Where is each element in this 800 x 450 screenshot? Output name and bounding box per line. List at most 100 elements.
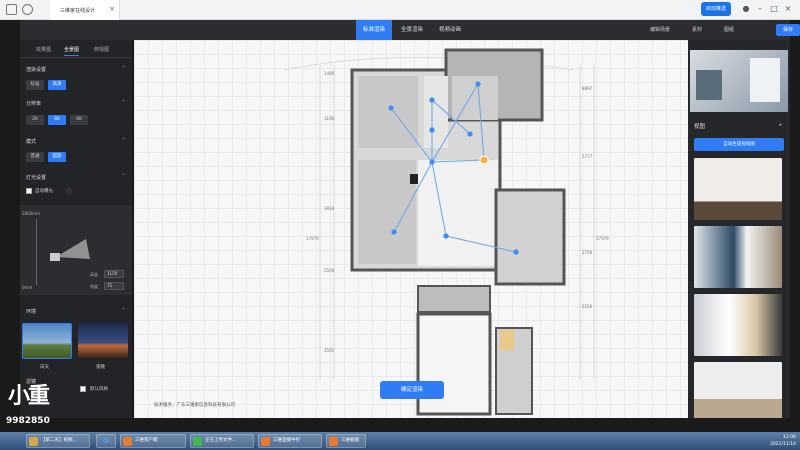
tab-panorama[interactable]: 全景图 bbox=[64, 46, 80, 56]
camera-point[interactable] bbox=[388, 105, 394, 111]
confirm-render-button[interactable]: 确定渲染 bbox=[380, 381, 444, 399]
option-6k[interactable]: 6K bbox=[70, 115, 88, 125]
active-camera-point[interactable] bbox=[479, 155, 489, 165]
tab-close-icon[interactable]: × bbox=[109, 5, 115, 13]
scene-thumbnail[interactable] bbox=[694, 226, 782, 288]
taskbar-item-app[interactable]: ⊗ bbox=[96, 434, 116, 448]
os-taskbar: 【第二天】视频... ⊗ 三维客户端 正在上传文件... 三维直播中控 三维截图… bbox=[0, 432, 800, 450]
tab-video-animation[interactable]: 视频动画 bbox=[432, 20, 468, 40]
column-marker bbox=[410, 174, 418, 184]
save-button[interactable]: 保存 bbox=[776, 24, 800, 36]
option-standard[interactable]: 标准 bbox=[26, 80, 44, 90]
env-night-thumb[interactable] bbox=[78, 323, 128, 359]
app-icon bbox=[261, 437, 270, 446]
minimize-icon[interactable]: – bbox=[754, 3, 766, 15]
streamer-watermark: 小重 9982850 bbox=[4, 378, 74, 434]
env-day-label: 白天 bbox=[40, 365, 49, 370]
chevron-right-icon[interactable]: ▸ bbox=[779, 122, 782, 128]
maximize-icon[interactable]: □ bbox=[768, 3, 780, 15]
camera-height-label: 高度 bbox=[90, 272, 98, 277]
env-day-thumb[interactable] bbox=[22, 323, 72, 359]
option-hd[interactable]: 高清 bbox=[48, 80, 66, 90]
chevron-up-icon[interactable]: ⌃ bbox=[121, 99, 126, 106]
auto-exposure-label: 自动曝光 bbox=[35, 189, 53, 194]
dim-label: 2156 bbox=[582, 304, 593, 309]
app-icon bbox=[193, 437, 202, 446]
floor-plan-canvas[interactable]: 1490 3190 3934 5504 17979 17979 8897 577… bbox=[134, 40, 688, 418]
camera-point[interactable] bbox=[429, 97, 435, 103]
room-living bbox=[418, 160, 498, 266]
floor-plan: 1490 3190 3934 5504 17979 17979 8897 577… bbox=[283, 48, 609, 416]
dim-label: 17979 bbox=[596, 236, 609, 241]
drawing-button[interactable]: 图纸 bbox=[724, 20, 734, 40]
scene-thumbnail[interactable] bbox=[694, 294, 782, 356]
dim-label: 2759 bbox=[582, 250, 593, 255]
dim-label: 17979 bbox=[306, 236, 319, 241]
camera-height-input[interactable]: 1150 bbox=[104, 270, 124, 278]
option-normal[interactable]: 普通 bbox=[26, 152, 44, 162]
camera-point[interactable] bbox=[513, 249, 519, 255]
camera-point[interactable] bbox=[467, 131, 473, 137]
camera-point[interactable] bbox=[429, 159, 435, 165]
camera-point[interactable] bbox=[443, 233, 449, 239]
tab-standard-render[interactable]: 标准渲染 bbox=[356, 20, 392, 40]
taskbar-item[interactable]: 三维客户端 bbox=[120, 434, 186, 448]
browser-tab[interactable]: 三维家在线设计 × bbox=[50, 0, 120, 20]
dim-label: 1490 bbox=[324, 71, 335, 76]
app-icon bbox=[123, 437, 132, 446]
back-icon[interactable] bbox=[6, 4, 17, 15]
material-button[interactable]: 素材 bbox=[692, 20, 702, 40]
chevron-up-icon[interactable]: ⌃ bbox=[121, 173, 126, 180]
system-clock[interactable]: 12:06 2021/11/16 bbox=[770, 434, 796, 448]
tab-panorama-render[interactable]: 全景渲染 bbox=[394, 20, 430, 40]
room-corridor bbox=[424, 76, 448, 148]
room-bath bbox=[452, 76, 498, 120]
watermark-code: 9982850 bbox=[6, 416, 50, 426]
close-window-icon[interactable]: × bbox=[782, 3, 794, 15]
tab-top-view[interactable]: 俯视图 bbox=[94, 46, 109, 53]
mode-title: 模式 bbox=[26, 139, 37, 145]
camera-point[interactable] bbox=[475, 81, 481, 87]
option-4k[interactable]: 4K bbox=[48, 115, 66, 125]
taskbar-item-label: 三维客户端 bbox=[135, 438, 158, 443]
dim-label: 5504 bbox=[324, 268, 335, 273]
environment-title: 环境 bbox=[26, 309, 37, 315]
height-slider-track[interactable] bbox=[36, 219, 37, 285]
edit-scene-button[interactable]: 编辑场景 bbox=[650, 20, 670, 40]
taskbar-item[interactable]: 【第二天】视频... bbox=[26, 434, 90, 448]
tab-effect-image[interactable]: 效果图 bbox=[36, 46, 51, 53]
help-icon[interactable]: ⓘ bbox=[66, 187, 72, 196]
taskbar-item[interactable]: 正在上传文件... bbox=[190, 434, 254, 448]
filter-checkbox[interactable] bbox=[80, 386, 86, 392]
taskbar-item[interactable]: 三维截图 bbox=[326, 434, 366, 448]
taskbar-item-label: 【第二天】视频... bbox=[41, 438, 77, 443]
app-toolbar: 标准渲染 全景渲染 视频动画 编辑场景 素材 图纸 保存 bbox=[20, 20, 800, 40]
scene-preview[interactable] bbox=[690, 50, 788, 112]
share-button[interactable]: 启动推送 bbox=[701, 2, 731, 16]
scene-list-header: 视图 ▸ bbox=[688, 118, 790, 132]
scene-header-title: 视图 bbox=[694, 124, 706, 130]
auto-exposure-checkbox[interactable] bbox=[26, 188, 32, 194]
option-2k[interactable]: 2K bbox=[26, 115, 44, 125]
render-settings-title: 渲染设置 bbox=[26, 67, 47, 73]
chevron-up-icon[interactable]: ⌃ bbox=[121, 137, 126, 144]
reload-icon[interactable] bbox=[22, 4, 33, 15]
camera-point[interactable] bbox=[391, 229, 397, 235]
taskbar-item-label: 正在上传文件... bbox=[205, 438, 237, 443]
camera-point[interactable] bbox=[429, 127, 435, 133]
left-panel-tabs: 效果图 全景图 俯视图 bbox=[20, 40, 132, 58]
furniture-table bbox=[500, 330, 514, 350]
option-ultra[interactable]: 超高 bbox=[48, 152, 66, 162]
scene-thumbnail[interactable] bbox=[694, 158, 782, 220]
camera-top-label: 2800mm bbox=[22, 211, 40, 216]
profile-icon[interactable]: ● bbox=[740, 3, 752, 15]
app-icon bbox=[329, 437, 338, 446]
scene-thumbnail[interactable] bbox=[694, 362, 782, 418]
chevron-up-icon[interactable]: ⌃ bbox=[121, 307, 126, 314]
taskbar-item[interactable]: 三维直播中控 bbox=[258, 434, 322, 448]
chevron-up-icon[interactable]: ⌃ bbox=[121, 65, 126, 72]
camera-fov-icon[interactable] bbox=[46, 225, 96, 275]
preview-window bbox=[750, 58, 780, 102]
camera-angle-input[interactable]: 75 bbox=[104, 282, 124, 290]
auto-generate-views-button[interactable]: 自动生成视角图 bbox=[694, 138, 784, 151]
